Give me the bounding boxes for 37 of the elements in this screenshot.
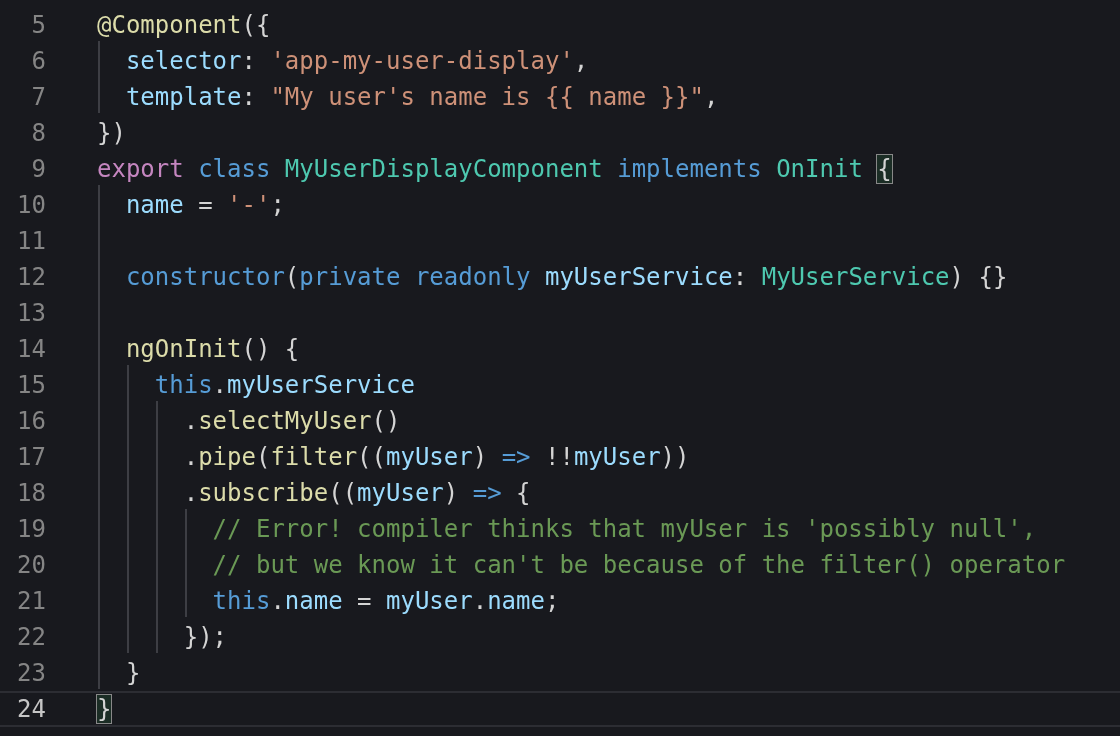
code-line: .pipe(filter((myUser) => !!myUser)): [182, 442, 690, 473]
line-number: 17: [16, 442, 46, 473]
line-number: 19: [16, 514, 46, 545]
line-number: 10: [16, 190, 46, 221]
line-number: 22: [16, 622, 46, 653]
code-line: ngOnInit() {: [124, 334, 300, 365]
line-number: 24: [16, 694, 46, 725]
line-number: 20: [16, 550, 46, 581]
code-line: .selectMyUser(): [182, 406, 401, 437]
line-number: 6: [30, 46, 46, 77]
code-line: export class MyUserDisplayComponent implements OnInit {: [97, 154, 892, 185]
line-number: 7: [30, 82, 46, 113]
line-number: 23: [16, 658, 46, 689]
code-line: name = '-';: [124, 190, 285, 221]
line-number: 16: [16, 406, 46, 437]
code-line: .subscribe((myUser) => {: [182, 478, 531, 509]
line-number: 5: [30, 10, 46, 41]
code-line: }: [124, 658, 141, 689]
code-line: // Error! compiler thinks that myUser is 'possibly null',: [211, 514, 1037, 545]
code-line: selector: 'app-my-user-display',: [124, 46, 589, 77]
line-number: 21: [16, 586, 46, 617]
line-number: 12: [16, 262, 46, 293]
code-line: });: [182, 622, 228, 653]
code-line: template: "My user's name is {{ name }}",: [124, 82, 719, 113]
line-number: 8: [30, 118, 46, 149]
code-line: this.name = myUser.name;: [211, 586, 560, 617]
code-line: }): [97, 118, 126, 149]
code-line: constructor(private readonly myUserService: MyUserService) {}: [124, 262, 1008, 293]
code-line: @Component({: [97, 10, 271, 41]
line-number: 15: [16, 370, 46, 401]
line-number: 9: [30, 154, 46, 185]
line-number: 18: [16, 478, 46, 509]
code-line: this.myUserService: [153, 370, 415, 401]
code-line: // but we know it can't be because of the filter() operator: [211, 550, 1066, 581]
line-number: 14: [16, 334, 46, 365]
line-number: 11: [16, 226, 46, 257]
line-number: 13: [16, 298, 46, 329]
